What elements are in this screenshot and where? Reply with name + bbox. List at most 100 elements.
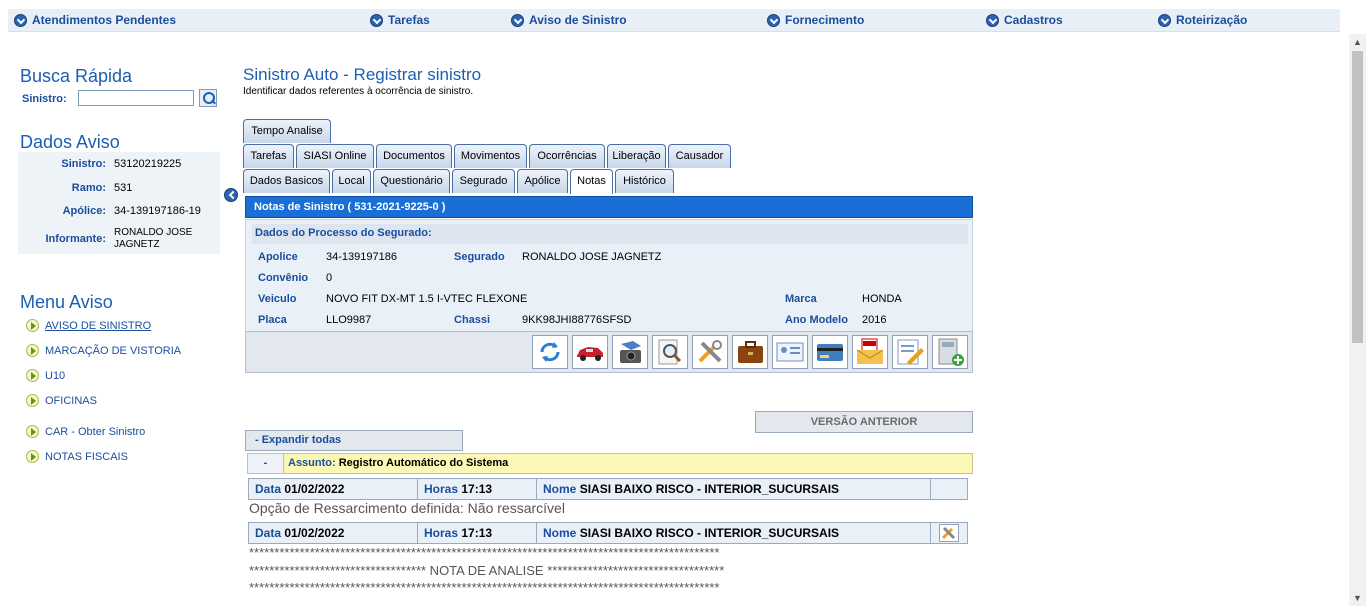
arrow-right-icon (26, 369, 39, 382)
segurado-label: Segurado (454, 251, 505, 263)
veiculo-value: NOVO FIT DX-MT 1.5 I-VTEC FLEXONE (326, 293, 528, 305)
apolice-label: Apolice (258, 251, 298, 263)
tab-liberacao[interactable]: Liberação (607, 144, 666, 168)
chevron-down-icon (14, 13, 27, 27)
nav-tarefas[interactable]: Tarefas (370, 13, 430, 27)
nota-de-analise-line: *********************************** NOTA… (249, 563, 725, 578)
note-stars-line: ****************************************… (249, 580, 720, 595)
tab-siasi-online[interactable]: SIASI Online (296, 144, 374, 168)
tools-icon[interactable] (692, 335, 728, 369)
nav-fornecimento[interactable]: Fornecimento (767, 13, 864, 27)
tab-apolice[interactable]: Apólice (517, 169, 568, 193)
arrow-right-icon (26, 344, 39, 357)
note-name-cell: Nome SIASI BAIXO RISCO - INTERIOR_SUCURS… (537, 523, 931, 543)
dados-row-sinistro: Sinistro: 53120219225 (61, 158, 182, 170)
page-title: Sinistro Auto - Registrar sinistro (243, 65, 482, 84)
top-nav: Atendimentos Pendentes Tarefas Aviso de … (8, 9, 1340, 32)
menu-item-aviso-de-sinistro[interactable]: AVISO DE SINISTRO (26, 319, 151, 332)
arrow-right-icon (26, 425, 39, 438)
placa-label: Placa (258, 314, 287, 326)
nav-roteirizacao[interactable]: Roteirização (1158, 13, 1247, 27)
credit-card-icon[interactable] (812, 335, 848, 369)
note-hours-cell: Horas 17:13 (418, 523, 537, 543)
marca-label: Marca (785, 293, 817, 305)
id-card-icon[interactable] (772, 335, 808, 369)
convenio-value: 0 (326, 272, 333, 284)
briefcase-icon[interactable] (732, 335, 768, 369)
chevron-down-icon (767, 13, 780, 27)
veiculo-label: Veiculo (258, 293, 297, 305)
apolice-value: 34-139197186 (326, 251, 397, 263)
chassi-value: 9KK98JHI88776SFSD (522, 314, 632, 326)
tab-segurado[interactable]: Segurado (452, 169, 515, 193)
nav-cadastros[interactable]: Cadastros (986, 13, 1063, 27)
tab-tarefas[interactable]: Tarefas (243, 144, 294, 168)
chevron-down-icon (370, 13, 383, 27)
tab-local[interactable]: Local (332, 169, 371, 193)
chevron-down-icon (1158, 13, 1171, 27)
nav-atendimentos-pendentes[interactable]: Atendimentos Pendentes (14, 13, 176, 27)
camera-icon[interactable] (612, 335, 648, 369)
page-subtitle: Identificar dados referentes à ocorrênci… (243, 86, 474, 97)
tab-historico[interactable]: Histórico (615, 169, 674, 193)
note-text: Opção de Ressarcimento definida: Não res… (249, 500, 565, 516)
nav-aviso-de-sinistro[interactable]: Aviso de Sinistro (511, 13, 627, 27)
note-date-cell: Data 01/02/2022 (249, 479, 418, 499)
tab-causador[interactable]: Causador (668, 144, 731, 168)
menu-item-u10[interactable]: U10 (26, 369, 65, 382)
chassi-label: Chassi (454, 314, 491, 326)
vertical-scrollbar[interactable]: ▲ ▼ (1349, 34, 1366, 606)
arrow-right-icon (26, 450, 39, 463)
scrollbar-thumb[interactable] (1352, 51, 1363, 343)
tab-dados-basicos[interactable]: Dados Basicos (243, 169, 330, 193)
collapse-assunto-button[interactable]: - (248, 454, 284, 473)
dados-row-informante: Informante: RONALDO JOSE JAGNETZ (45, 227, 193, 250)
scroll-down-icon[interactable]: ▼ (1349, 590, 1366, 606)
note-header: Data 01/02/2022 Horas 17:13 Nome SIASI B… (248, 522, 968, 544)
edit-document-icon[interactable] (892, 335, 928, 369)
versao-anterior-button[interactable]: VERSÃO ANTERIOR (755, 411, 973, 433)
expandir-todas-button[interactable]: - Expandir todas (245, 430, 463, 451)
actions-toolbar (245, 331, 973, 373)
tab-notas[interactable]: Notas (570, 169, 613, 194)
collapse-sidebar-icon[interactable] (224, 188, 238, 202)
menu-item-notas-fiscais[interactable]: NOTAS FISCAIS (26, 450, 128, 463)
note-hours-cell: Horas 17:13 (418, 479, 537, 499)
assunto-text: Assunto: Registro Automático do Sistema (288, 457, 509, 469)
dados-processo-header: Dados do Processo do Segurado: (252, 224, 968, 244)
menu-item-oficinas[interactable]: OFICINAS (26, 394, 97, 407)
sinistro-search-input[interactable] (78, 90, 194, 106)
sinistro-search-label: Sinistro: (22, 93, 67, 105)
edit-note-icon[interactable] (939, 524, 959, 542)
menu-item-car-obter-sinistro[interactable]: CAR - Obter Sinistro (26, 425, 145, 438)
car-icon[interactable] (572, 335, 608, 369)
calculator-add-icon[interactable] (932, 335, 968, 369)
scroll-up-icon[interactable]: ▲ (1349, 34, 1366, 50)
dados-aviso-title: Dados Aviso (20, 132, 120, 152)
placa-value: LLO9987 (326, 314, 372, 326)
ano-modelo-value: 2016 (862, 314, 887, 326)
ano-modelo-label: Ano Modelo (785, 314, 848, 326)
arrow-right-icon (26, 319, 39, 332)
magnify-document-icon[interactable] (652, 335, 688, 369)
tab-documentos[interactable]: Documentos (376, 144, 452, 168)
dados-row-ramo: Ramo: 531 (71, 182, 133, 194)
dados-row-apolice: Apólice: 34-139197186-19 (62, 205, 201, 217)
menu-item-marcacao-de-vistoria[interactable]: MARCAÇÃO DE VISTORIA (26, 344, 181, 357)
dados-aviso-box: Sinistro: 53120219225 Ramo: 531 Apólice: 34… (18, 152, 220, 254)
search-icon[interactable] (199, 89, 217, 107)
chevron-down-icon (511, 13, 524, 27)
tab-ocorrencias[interactable]: Ocorrências (529, 144, 605, 168)
note-stars-line: ****************************************… (249, 545, 720, 560)
refresh-icon[interactable] (532, 335, 568, 369)
tab-movimentos[interactable]: Movimentos (454, 144, 527, 168)
assunto-row: - Assunto: Registro Automático do Sistem… (247, 453, 973, 474)
tab-questionario[interactable]: Questionário (373, 169, 450, 193)
marca-value: HONDA (862, 293, 902, 305)
notas-de-sinistro-header: Notas de Sinistro ( 531-2021-9225-0 ) (245, 196, 973, 218)
pdf-mail-icon[interactable] (852, 335, 888, 369)
busca-rapida-title: Busca Rápida (20, 66, 133, 86)
note-header: Data 01/02/2022 Horas 17:13 Nome SIASI B… (248, 478, 968, 500)
tab-tempo-analise[interactable]: Tempo Analise (243, 119, 331, 143)
dados-processo-box: Dados do Processo do Segurado: Apolice 3… (245, 219, 973, 332)
